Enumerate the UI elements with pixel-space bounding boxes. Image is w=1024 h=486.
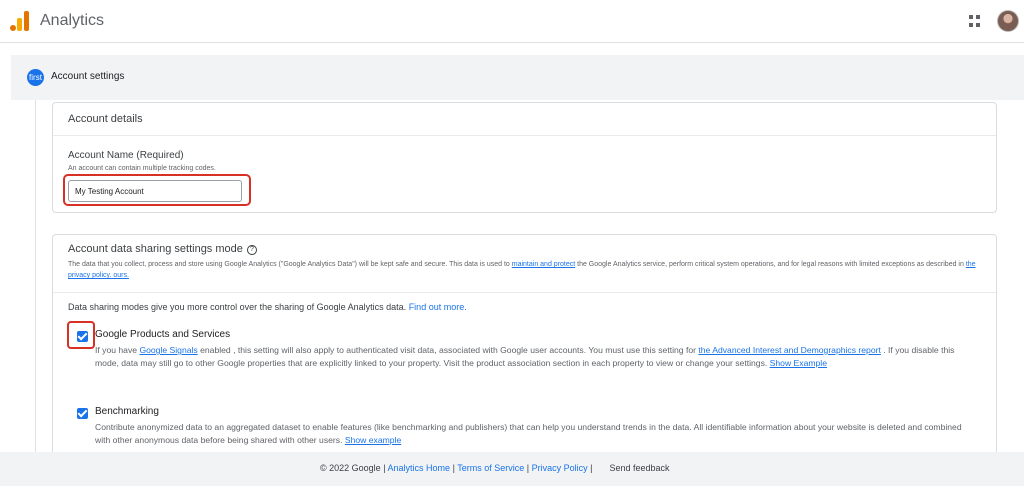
maintain-protect-link[interactable]: maintain and protect [512, 261, 575, 268]
data-sharing-title: Account data sharing settings mode? [68, 243, 257, 255]
step-label: Account settings [51, 71, 125, 82]
footer: © 2022 Google | Analytics Home | Terms o… [0, 452, 1024, 486]
step-rail [35, 100, 36, 452]
show-example-link[interactable]: Show Example [770, 358, 827, 368]
find-out-more-link[interactable]: Find out more. [409, 302, 467, 312]
benchmarking-title: Benchmarking [95, 406, 159, 417]
data-sharing-title-text: Account data sharing settings mode [68, 243, 243, 255]
account-details-card: Account details Account Name (Required) … [52, 102, 997, 213]
send-feedback-link[interactable]: Send feedback [609, 463, 669, 473]
privacy-policy-footer-link[interactable]: Privacy Policy [532, 463, 588, 473]
account-details-title: Account details [68, 113, 143, 125]
step-badge: first [27, 69, 44, 86]
google-signals-link[interactable]: Google Signals [139, 345, 197, 355]
step-header: first Account settings [11, 55, 1024, 100]
footer-separator: | [587, 463, 593, 473]
modes-intro: Data sharing modes give you more control… [68, 302, 467, 312]
account-name-label: Account Name (Required) [68, 150, 184, 161]
data-sharing-card: Account data sharing settings mode? The … [52, 234, 997, 456]
highlight-box [63, 174, 251, 206]
benchmarking-description: Contribute anonymized data to an aggrega… [95, 421, 975, 447]
footer-separator: | [380, 463, 388, 473]
analytics-home-link[interactable]: Analytics Home [388, 463, 451, 473]
google-products-title: Google Products and Services [95, 329, 231, 340]
modes-intro-text: Data sharing modes give you more control… [68, 302, 409, 312]
terms-of-service-link[interactable]: Terms of Service [457, 463, 524, 473]
analytics-logo-icon [10, 11, 30, 31]
desc-text: enabled , this setting will also apply t… [197, 345, 699, 355]
footer-links: © 2022 Google | Analytics Home | Terms o… [320, 463, 670, 473]
desc-text: the Google Analytics service, perform cr… [575, 261, 966, 268]
advanced-interest-link[interactable]: the Advanced Interest and Demographics r… [698, 345, 881, 355]
copyright-text: © 2022 Google [320, 463, 381, 473]
card-header: Account details [53, 103, 996, 136]
desc-text: If you have [95, 345, 140, 355]
show-example-link[interactable]: Show example [345, 435, 401, 445]
top-bar: Analytics [0, 0, 1024, 43]
divider [53, 292, 996, 293]
data-sharing-description: The data that you collect, process and s… [68, 259, 978, 281]
benchmarking-checkbox[interactable] [77, 408, 88, 419]
footer-separator: | [524, 463, 532, 473]
avatar[interactable] [997, 10, 1019, 32]
account-name-help: An account can contain multiple tracking… [68, 165, 216, 172]
help-icon[interactable]: ? [246, 245, 257, 255]
desc-text: The data that you collect, process and s… [68, 261, 512, 268]
desc-text: Contribute anonymized data to an aggrega… [95, 422, 962, 445]
grid-apps-icon[interactable] [969, 15, 981, 27]
google-products-description: If you have Google Signals enabled , thi… [95, 344, 975, 370]
google-products-checkbox[interactable] [77, 331, 88, 342]
app-title: Analytics [40, 12, 105, 29]
